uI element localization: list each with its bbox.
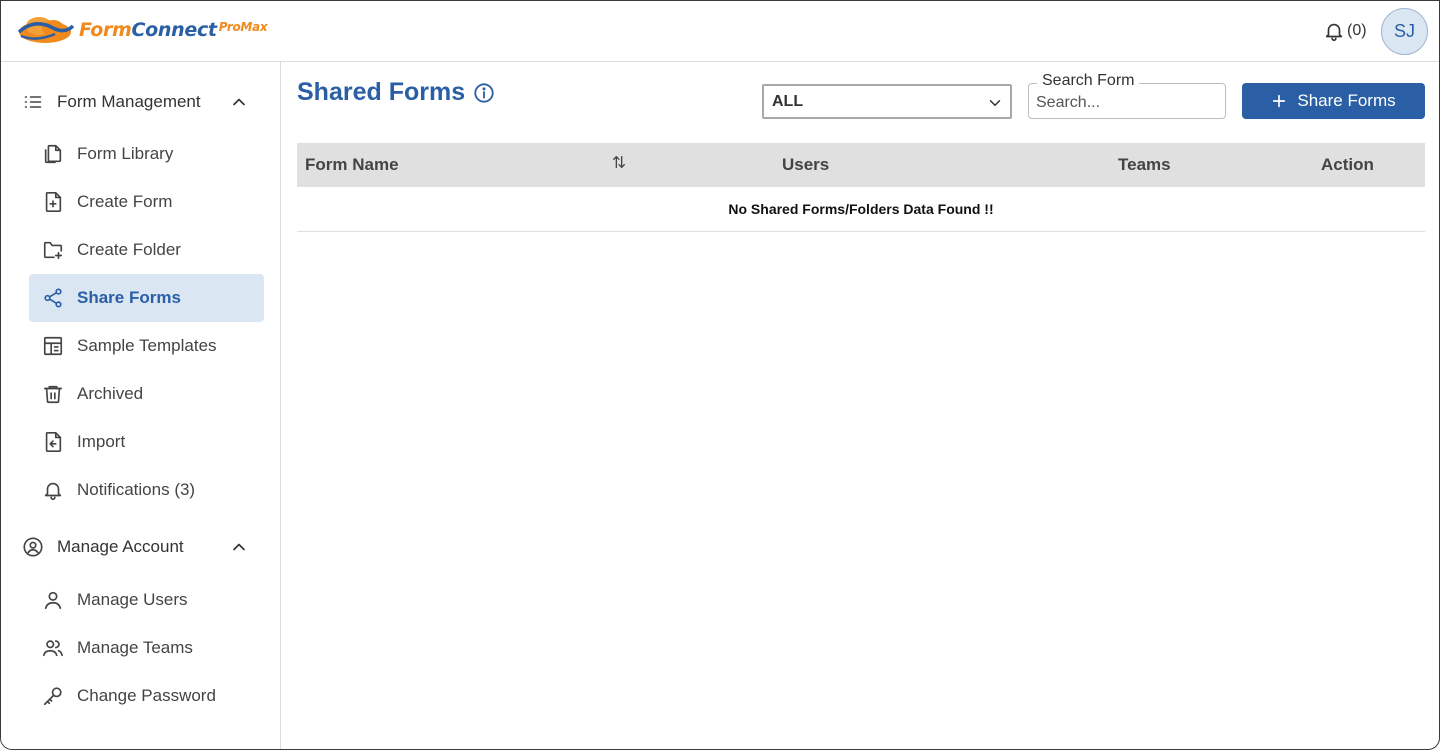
- sidebar-item-import[interactable]: Import: [29, 418, 264, 466]
- search-field: Search Form: [1028, 72, 1226, 119]
- chevron-down-icon: [986, 94, 1004, 117]
- sidebar-item-archived[interactable]: Archived: [29, 370, 264, 418]
- notifications-count: (0): [1347, 22, 1367, 39]
- plus-icon: [1271, 93, 1287, 109]
- logo-word-form: Form: [79, 19, 132, 41]
- app-logo[interactable]: FormConnect ProMax: [15, 13, 268, 47]
- sidebar-item-label: Manage Users: [77, 590, 188, 609]
- chevron-up-icon[interactable]: [229, 92, 249, 117]
- sidebar-item-share-forms[interactable]: Share Forms: [29, 274, 264, 322]
- bell-icon: [1325, 23, 1343, 41]
- notifications-button[interactable]: (0): [1323, 20, 1367, 42]
- sidebar-item-create-form[interactable]: Create Form: [29, 178, 264, 226]
- main-content: Shared Forms ALL Search Form Share Forms…: [282, 62, 1439, 749]
- sidebar-item-manage-users[interactable]: Manage Users: [29, 576, 264, 624]
- manage-account-label: Manage Account: [57, 537, 184, 556]
- sidebar-item-label: Sample Templates: [77, 336, 217, 355]
- template-icon: [41, 334, 65, 358]
- bell-icon: [41, 478, 65, 502]
- column-header-teams: Teams: [1118, 155, 1171, 174]
- page-title: Shared Forms: [297, 78, 495, 107]
- column-header-action: Action: [1321, 155, 1374, 174]
- share-forms-button-label: Share Forms: [1297, 91, 1396, 110]
- search-input[interactable]: [1029, 92, 1225, 114]
- file-plus-icon: [41, 190, 65, 214]
- key-icon: [41, 684, 65, 708]
- logo-text: FormConnect ProMax: [79, 19, 268, 41]
- form-management-section[interactable]: Form Management: [21, 82, 261, 122]
- sidebar: Form Management Form Library Create Form…: [1, 62, 281, 749]
- top-header: FormConnect ProMax (0) SJ: [1, 1, 1439, 62]
- logo-word-connect: Connect: [131, 19, 217, 41]
- manage-account-section[interactable]: Manage Account: [21, 527, 261, 567]
- sidebar-item-label: Create Folder: [77, 240, 181, 259]
- empty-state-message: No Shared Forms/Folders Data Found !!: [297, 187, 1425, 232]
- chevron-up-icon[interactable]: [229, 537, 249, 562]
- sidebar-item-change-password[interactable]: Change Password: [29, 672, 264, 720]
- user-icon: [41, 588, 65, 612]
- import-icon: [41, 430, 65, 454]
- sidebar-item-label: Change Password: [77, 686, 216, 705]
- logo-suffix: ProMax: [218, 20, 268, 34]
- table-header: Form Name Users Teams Action: [297, 143, 1425, 187]
- logo-cloud-icon: [17, 17, 75, 43]
- filter-select-value: ALL: [772, 92, 804, 110]
- sidebar-item-label: Form Library: [77, 144, 174, 163]
- form-management-label: Form Management: [57, 92, 201, 111]
- page-title-text: Shared Forms: [297, 78, 466, 106]
- sidebar-item-form-library[interactable]: Form Library: [29, 130, 264, 178]
- sidebar-item-create-folder[interactable]: Create Folder: [29, 226, 264, 274]
- column-header-form-name[interactable]: Form Name: [305, 155, 399, 175]
- list-icon: [21, 90, 45, 114]
- sidebar-item-notifications[interactable]: Notifications (3): [29, 466, 264, 514]
- sidebar-item-label: Import: [77, 432, 126, 451]
- folder-plus-icon: [41, 238, 65, 262]
- info-icon[interactable]: [473, 82, 495, 104]
- user-avatar[interactable]: SJ: [1381, 8, 1428, 55]
- sidebar-item-label: Notifications (3): [77, 480, 196, 499]
- sidebar-item-label: Create Form: [77, 192, 173, 211]
- search-label: Search Form: [1037, 72, 1140, 90]
- users-icon: [41, 636, 65, 660]
- sidebar-item-label: Manage Teams: [77, 638, 193, 657]
- sidebar-item-sample-templates[interactable]: Sample Templates: [29, 322, 264, 370]
- share-forms-button[interactable]: Share Forms: [1242, 83, 1425, 119]
- sidebar-item-label: Archived: [77, 384, 144, 403]
- trash-icon: [41, 382, 65, 406]
- shared-forms-table: Form Name Users Teams Action No Shared F…: [297, 143, 1425, 232]
- app-window: FormConnect ProMax (0) SJ Form Management: [0, 0, 1440, 750]
- share-icon: [41, 286, 65, 310]
- column-header-users: Users: [782, 155, 830, 174]
- sidebar-item-manage-teams[interactable]: Manage Teams: [29, 624, 264, 672]
- sort-icon[interactable]: [611, 154, 627, 175]
- sidebar-item-label: Share Forms: [77, 288, 181, 307]
- filter-select[interactable]: ALL: [762, 84, 1012, 119]
- user-circle-icon: [21, 535, 45, 559]
- files-icon: [41, 142, 65, 166]
